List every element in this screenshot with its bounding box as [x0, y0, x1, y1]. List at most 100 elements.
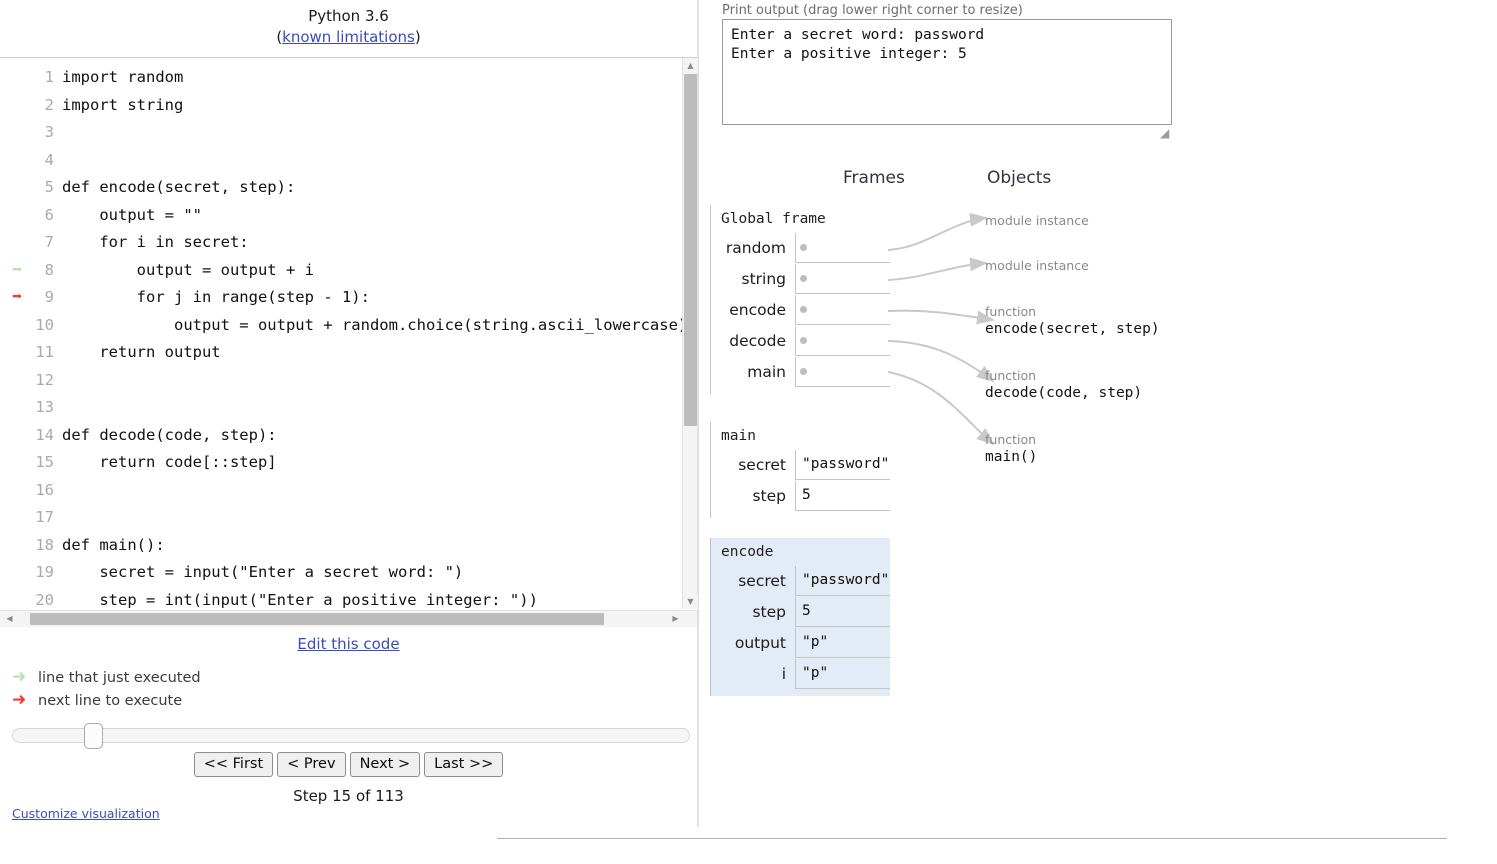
variable-value [795, 264, 890, 294]
heap-object-type: function [985, 368, 1037, 383]
code-pane: Python 3.6 (known limitations) 1 import r… [0, 0, 698, 864]
scroll-down-icon[interactable]: ▼ [683, 594, 698, 609]
variable-value: 5 [795, 597, 890, 627]
scroll-right-icon[interactable]: ▶ [668, 611, 683, 627]
code-line[interactable]: 11 return output [0, 339, 682, 367]
next-button[interactable]: Next > [349, 752, 421, 777]
code-line[interactable]: 16 [0, 477, 682, 505]
stack-frame-title: encode [721, 544, 774, 560]
code-line[interactable]: 2 import string [0, 92, 682, 120]
code-line-text: for j in range(step - 1): [62, 288, 370, 306]
variable-row: random [711, 233, 890, 263]
variable-value: "p" [795, 628, 890, 658]
code-line[interactable]: 19 secret = input("Enter a secret word: … [0, 559, 682, 587]
step-counter: Step 15 of 113 [293, 787, 404, 805]
pane-divider [697, 0, 699, 827]
scroll-left-icon[interactable]: ◀ [2, 611, 17, 627]
variable-value [795, 295, 890, 325]
heap-object-type: function [985, 304, 1037, 319]
variable-name: i [781, 665, 786, 683]
variable-value [795, 233, 890, 263]
code-line[interactable]: 14 def decode(code, step): [0, 422, 682, 450]
resize-grip-icon[interactable]: ◢ [1160, 127, 1172, 139]
code-line[interactable]: 7 for i in secret: [0, 229, 682, 257]
last-button[interactable]: Last >> [424, 752, 504, 777]
code-line-text: for i in secret: [62, 233, 249, 251]
stack-frame-title: main [721, 428, 756, 444]
code-line[interactable]: 12 [0, 367, 682, 395]
stack-frame: main secret "password" step 5 [710, 422, 890, 518]
code-line[interactable]: 18 def main(): [0, 532, 682, 560]
vertical-scroll-thumb[interactable] [684, 74, 697, 426]
customize-visualization-link[interactable]: Customize visualization [12, 806, 160, 821]
prev-button[interactable]: < Prev [277, 752, 346, 777]
known-limitations-link[interactable]: known limitations [282, 28, 415, 46]
pointer-dot-icon [800, 306, 807, 313]
visualization-pane: Print output (drag lower right corner to… [700, 0, 1497, 864]
code-line[interactable]: 17 [0, 504, 682, 532]
code-line[interactable]: ➡ 9 for j in range(step - 1): [0, 284, 682, 312]
heap-object-name: decode(code, step) [985, 385, 1143, 401]
pointer-dot-icon [800, 244, 807, 251]
variable-value: "p" [795, 659, 890, 689]
line-number: 4 [44, 150, 54, 169]
variable-value [795, 326, 890, 356]
line-number: 15 [35, 453, 54, 471]
variable-name: output [734, 634, 786, 652]
code-line-text: def main(): [62, 535, 165, 554]
code-line[interactable]: ➡ 8 output = output + i [0, 257, 682, 285]
code-line[interactable]: 3 [0, 119, 682, 147]
step-slider-track[interactable] [12, 728, 690, 743]
pointer-dot-icon [800, 275, 807, 282]
line-number: 17 [35, 508, 54, 526]
variable-name: encode [729, 301, 786, 319]
code-line[interactable]: 20 step = int(input("Enter a positive in… [0, 587, 682, 610]
variable-row: step 5 [711, 481, 890, 511]
code-line-text: import random [62, 68, 184, 86]
language-header: Python 3.6 (known limitations) [0, 0, 697, 48]
line-number: 19 [35, 563, 54, 581]
horizontal-scroll-thumb[interactable] [30, 613, 604, 625]
code-line[interactable]: 6 output = "" [0, 202, 682, 230]
step-slider-thumb[interactable] [84, 723, 103, 749]
line-number: 5 [44, 178, 54, 196]
stack-frame-body: Global frame random string encode decode main [710, 205, 890, 394]
code-line[interactable]: 10 output = output + random.choice(strin… [0, 312, 682, 340]
variable-name: random [725, 239, 786, 257]
code-line-text: return code[::step] [62, 453, 277, 471]
print-output-box[interactable]: Enter a secret word: password Enter a po… [722, 19, 1172, 125]
variable-row: i "p" [711, 659, 890, 689]
code-line[interactable]: 1 import random [0, 64, 682, 92]
first-button[interactable]: << First [193, 752, 274, 777]
code-line-text: def encode(secret, step): [62, 178, 296, 196]
frames-column-header: Frames [843, 168, 905, 188]
variable-name: secret [738, 456, 786, 474]
code-line[interactable]: 4 [0, 147, 682, 175]
legend-just-executed: ➜ line that just executed [12, 666, 412, 689]
line-number: 3 [44, 123, 54, 141]
code-vertical-scrollbar[interactable]: ▲ ▼ [682, 58, 698, 609]
execution-legend: ➜ line that just executed ➜ next line to e… [12, 666, 412, 712]
line-number: 18 [35, 535, 54, 554]
legend-next-line-label: next line to execute [38, 693, 183, 709]
code-line-text: output = output + i [62, 260, 314, 279]
heap-object: module instance [985, 213, 1089, 228]
code-horizontal-scrollbar[interactable]: ◀ ▶ [0, 610, 697, 627]
variable-name: string [741, 270, 787, 288]
edit-this-code-link[interactable]: Edit this code [297, 635, 399, 653]
code-line-text: return output [62, 343, 221, 361]
code-line[interactable]: 13 [0, 394, 682, 422]
scroll-up-icon[interactable]: ▲ [683, 58, 698, 73]
objects-column-header: Objects [987, 168, 1052, 188]
code-line[interactable]: 5 def encode(secret, step): [0, 174, 682, 202]
variable-row: main [711, 357, 890, 387]
variable-row: encode [711, 295, 890, 325]
code-line-list: 1 import random 2 import string 3 4 5 def encod… [0, 64, 682, 609]
code-line[interactable]: 15 return code[::step] [0, 449, 682, 477]
legend-just-executed-label: line that just executed [38, 670, 201, 686]
just-executed-arrow-icon: ➡ [12, 259, 23, 280]
variable-row: secret "password" [711, 566, 890, 596]
stack-frame-body: main secret "password" step 5 [710, 422, 890, 518]
code-line-text: output = output + random.choice(string.a… [62, 315, 682, 334]
line-number: 13 [35, 398, 54, 416]
